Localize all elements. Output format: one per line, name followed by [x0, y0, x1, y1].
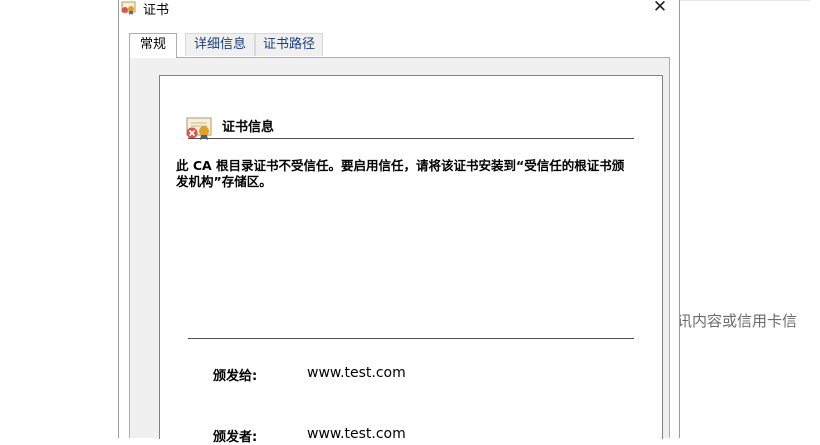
close-button[interactable]: ✕	[649, 0, 671, 17]
issued-by-label: 颁发者:	[213, 430, 258, 445]
heading-divider	[188, 138, 634, 139]
window-title: 证书	[143, 3, 170, 18]
tab-general[interactable]: 常规	[129, 33, 177, 58]
background-divider	[680, 0, 810, 1]
certificate-info-box: 证书信息 此 CA 根目录证书不受信任。要启用信任，请将该证书安装到“受信任的根…	[159, 75, 663, 445]
certificate-dialog: 证书 ✕ 常规 详细信息 证书路径 证书信息 此 CA 根目录证书不受信任。要启…	[118, 0, 680, 445]
issued-by-value: www.test.com	[307, 426, 406, 442]
details-divider	[188, 338, 634, 339]
certificate-info-heading: 证书信息	[222, 120, 275, 135]
tab-certification-path[interactable]: 证书路径	[255, 33, 323, 56]
general-tab-panel: 证书信息 此 CA 根目录证书不受信任。要启用信任，请将该证书安装到“受信任的根…	[129, 57, 670, 445]
issued-to-label: 颁发给:	[213, 369, 258, 384]
title-bar[interactable]: 证书 ✕	[119, 0, 679, 18]
certificate-error-icon	[186, 117, 212, 140]
background-partial-text: 讯内容或信用卡信	[677, 312, 798, 330]
certificate-icon	[121, 1, 136, 15]
untrusted-warning-text: 此 CA 根目录证书不受信任。要启用信任，请将该证书安装到“受信任的根证书颁发机…	[176, 158, 625, 189]
issued-to-value: www.test.com	[307, 365, 406, 381]
tab-details[interactable]: 详细信息	[185, 33, 255, 56]
